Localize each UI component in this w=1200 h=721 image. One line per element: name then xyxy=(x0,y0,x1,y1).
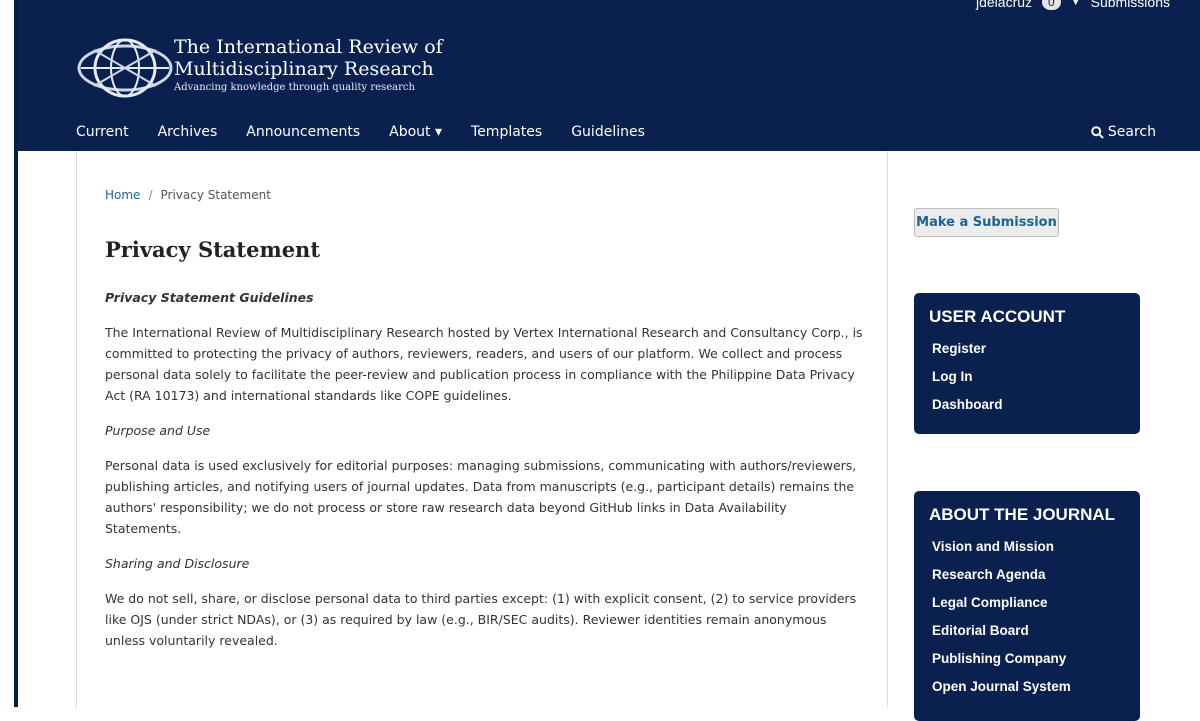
guidelines-heading: Privacy Statement Guidelines xyxy=(105,290,314,305)
site-logo[interactable]: The International Review of Multidiscipl… xyxy=(76,36,443,100)
logo-title-line2: Multidisciplinary Research xyxy=(174,58,434,80)
user-account-title: USER ACCOUNT xyxy=(929,307,1066,326)
search-label: Search xyxy=(1107,124,1156,140)
open-journal-system-link[interactable]: Open Journal System xyxy=(932,673,1122,701)
globe-logo-icon xyxy=(77,38,173,98)
intro-paragraph: The International Review of Multidiscipl… xyxy=(105,325,863,403)
breadcrumb: Home / Privacy Statement xyxy=(105,188,271,202)
logo-tagline: Advancing knowledge through quality rese… xyxy=(174,82,415,93)
login-link[interactable]: Log In xyxy=(932,363,1122,391)
research-agenda-link[interactable]: Research Agenda xyxy=(932,561,1122,589)
nav-item-current[interactable]: Current xyxy=(76,124,129,140)
search-link[interactable]: Search xyxy=(1091,124,1156,140)
page-left-margin xyxy=(0,0,14,707)
privacy-statement-body: Privacy Statement Guidelines The Interna… xyxy=(105,287,865,665)
about-journal-block: ABOUT THE JOURNAL Vision and Mission Res… xyxy=(914,491,1140,721)
breadcrumb-home-link[interactable]: Home xyxy=(105,188,140,202)
about-journal-title: ABOUT THE JOURNAL xyxy=(929,505,1116,524)
username-link[interactable]: jdelacruz xyxy=(976,0,1032,10)
publishing-company-link[interactable]: Publishing Company xyxy=(932,645,1122,673)
site-header: jdelacruz 0 ▼ Submissions The Internatio… xyxy=(18,0,1200,151)
sharing-heading: Sharing and Disclosure xyxy=(105,556,250,571)
user-menu-caret-icon[interactable]: ▼ xyxy=(1071,0,1081,8)
notification-count-badge[interactable]: 0 xyxy=(1042,0,1061,10)
submissions-link[interactable]: Submissions xyxy=(1091,0,1170,10)
user-nav: jdelacruz 0 ▼ Submissions xyxy=(976,0,1170,10)
sharing-paragraph: We do not sell, share, or disclose perso… xyxy=(105,591,857,648)
user-account-block: USER ACCOUNT Register Log In Dashboard xyxy=(914,293,1140,434)
purpose-heading: Purpose and Use xyxy=(105,423,211,438)
main-nav: Current Archives Announcements About ▾ T… xyxy=(76,124,674,140)
nav-item-announcements[interactable]: Announcements xyxy=(246,124,360,140)
breadcrumb-current: Privacy Statement xyxy=(160,188,271,202)
logo-title-line1: The International Review of xyxy=(174,36,443,58)
nav-item-about[interactable]: About ▾ xyxy=(389,124,442,140)
legal-compliance-link[interactable]: Legal Compliance xyxy=(932,589,1122,617)
page-title: Privacy Statement xyxy=(105,237,321,262)
search-icon xyxy=(1091,125,1104,139)
vision-mission-link[interactable]: Vision and Mission xyxy=(932,533,1122,561)
nav-item-archives[interactable]: Archives xyxy=(158,124,218,140)
main-content: Home / Privacy Statement Privacy Statement… xyxy=(76,151,888,707)
sidebar: Make a Submission USER ACCOUNT Register … xyxy=(887,151,1200,721)
nav-item-guidelines[interactable]: Guidelines xyxy=(571,124,645,140)
register-link[interactable]: Register xyxy=(932,335,1122,363)
editorial-board-link[interactable]: Editorial Board xyxy=(932,617,1122,645)
breadcrumb-separator: / xyxy=(148,188,153,202)
make-submission-button[interactable]: Make a Submission xyxy=(914,208,1059,237)
purpose-paragraph: Personal data is used exclusively for ed… xyxy=(105,458,857,536)
dashboard-link[interactable]: Dashboard xyxy=(932,391,1122,419)
nav-item-templates[interactable]: Templates xyxy=(471,124,542,140)
